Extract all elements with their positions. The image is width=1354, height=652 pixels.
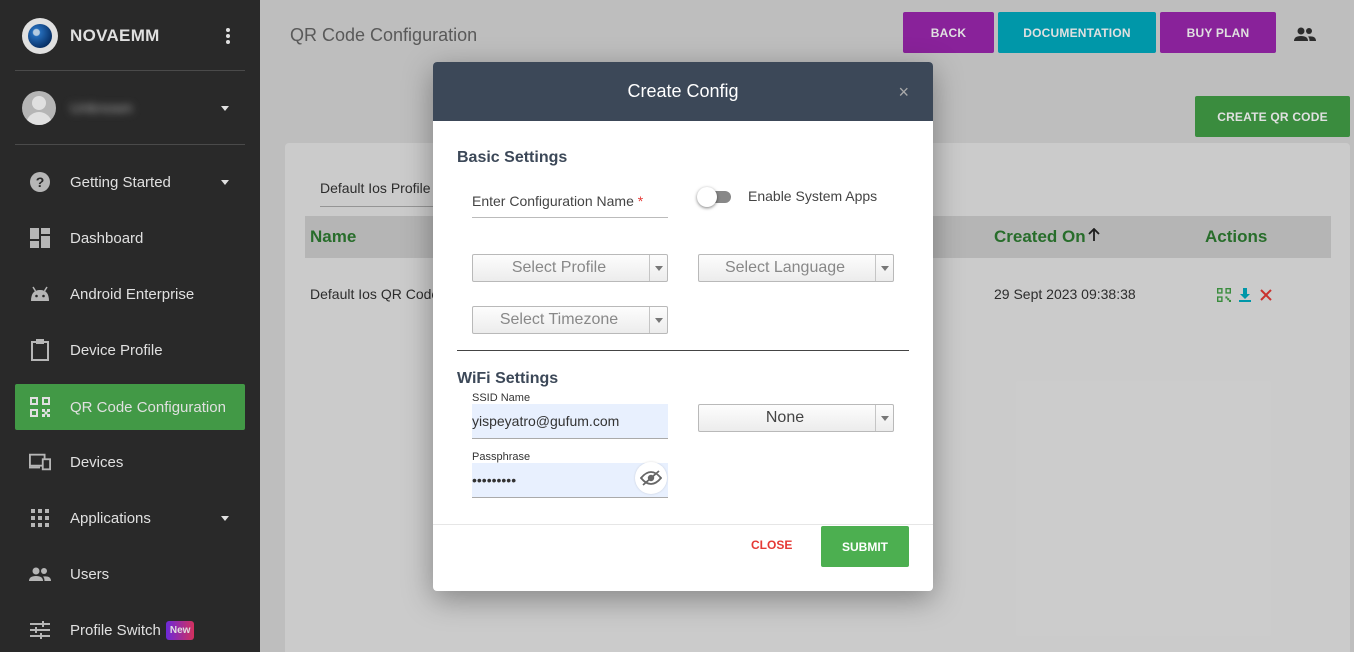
wifi-settings-title: WiFi Settings — [457, 370, 559, 387]
chevron-down-icon — [649, 255, 667, 281]
select-profile-value: Select Profile — [511, 259, 607, 276]
section-divider — [457, 350, 909, 351]
submit-button[interactable]: SUBMIT — [821, 526, 909, 567]
ssid-input[interactable]: yispeyatro@gufum.com — [472, 404, 668, 439]
chevron-down-icon — [649, 307, 667, 333]
select-timezone-value: Select Timezone — [499, 311, 619, 328]
modal-header: Create Config × — [433, 62, 933, 121]
wifi-security-value: None — [765, 409, 805, 426]
basic-settings-title: Basic Settings — [457, 149, 568, 166]
required-mark: * — [637, 193, 644, 209]
enable-system-apps-toggle[interactable] — [697, 186, 733, 208]
ssid-label: SSID Name — [472, 392, 531, 404]
modal-title: Create Config — [627, 81, 739, 101]
select-language-value: Select Language — [724, 259, 846, 276]
visibility-off-icon[interactable] — [635, 462, 667, 494]
enable-system-apps-label: Enable System Apps — [748, 188, 878, 204]
close-button[interactable]: CLOSE — [751, 538, 792, 552]
chevron-down-icon — [875, 255, 893, 281]
wifi-security-dropdown[interactable]: None — [698, 404, 894, 432]
select-language-dropdown[interactable]: Select Language — [698, 254, 894, 282]
passphrase-label: Passphrase — [472, 451, 531, 463]
select-timezone-dropdown[interactable]: Select Timezone — [472, 306, 668, 334]
create-config-modal: Create Config × Basic Settings Enter Con… — [433, 62, 933, 591]
config-name-underline — [472, 217, 668, 218]
config-name-label: Enter Configuration Name — [472, 193, 634, 209]
config-name-field[interactable]: Enter Configuration Name * — [472, 193, 643, 209]
chevron-down-icon — [875, 405, 893, 431]
footer-divider — [433, 524, 933, 525]
select-profile-dropdown[interactable]: Select Profile — [472, 254, 668, 282]
close-icon[interactable]: × — [898, 82, 909, 103]
